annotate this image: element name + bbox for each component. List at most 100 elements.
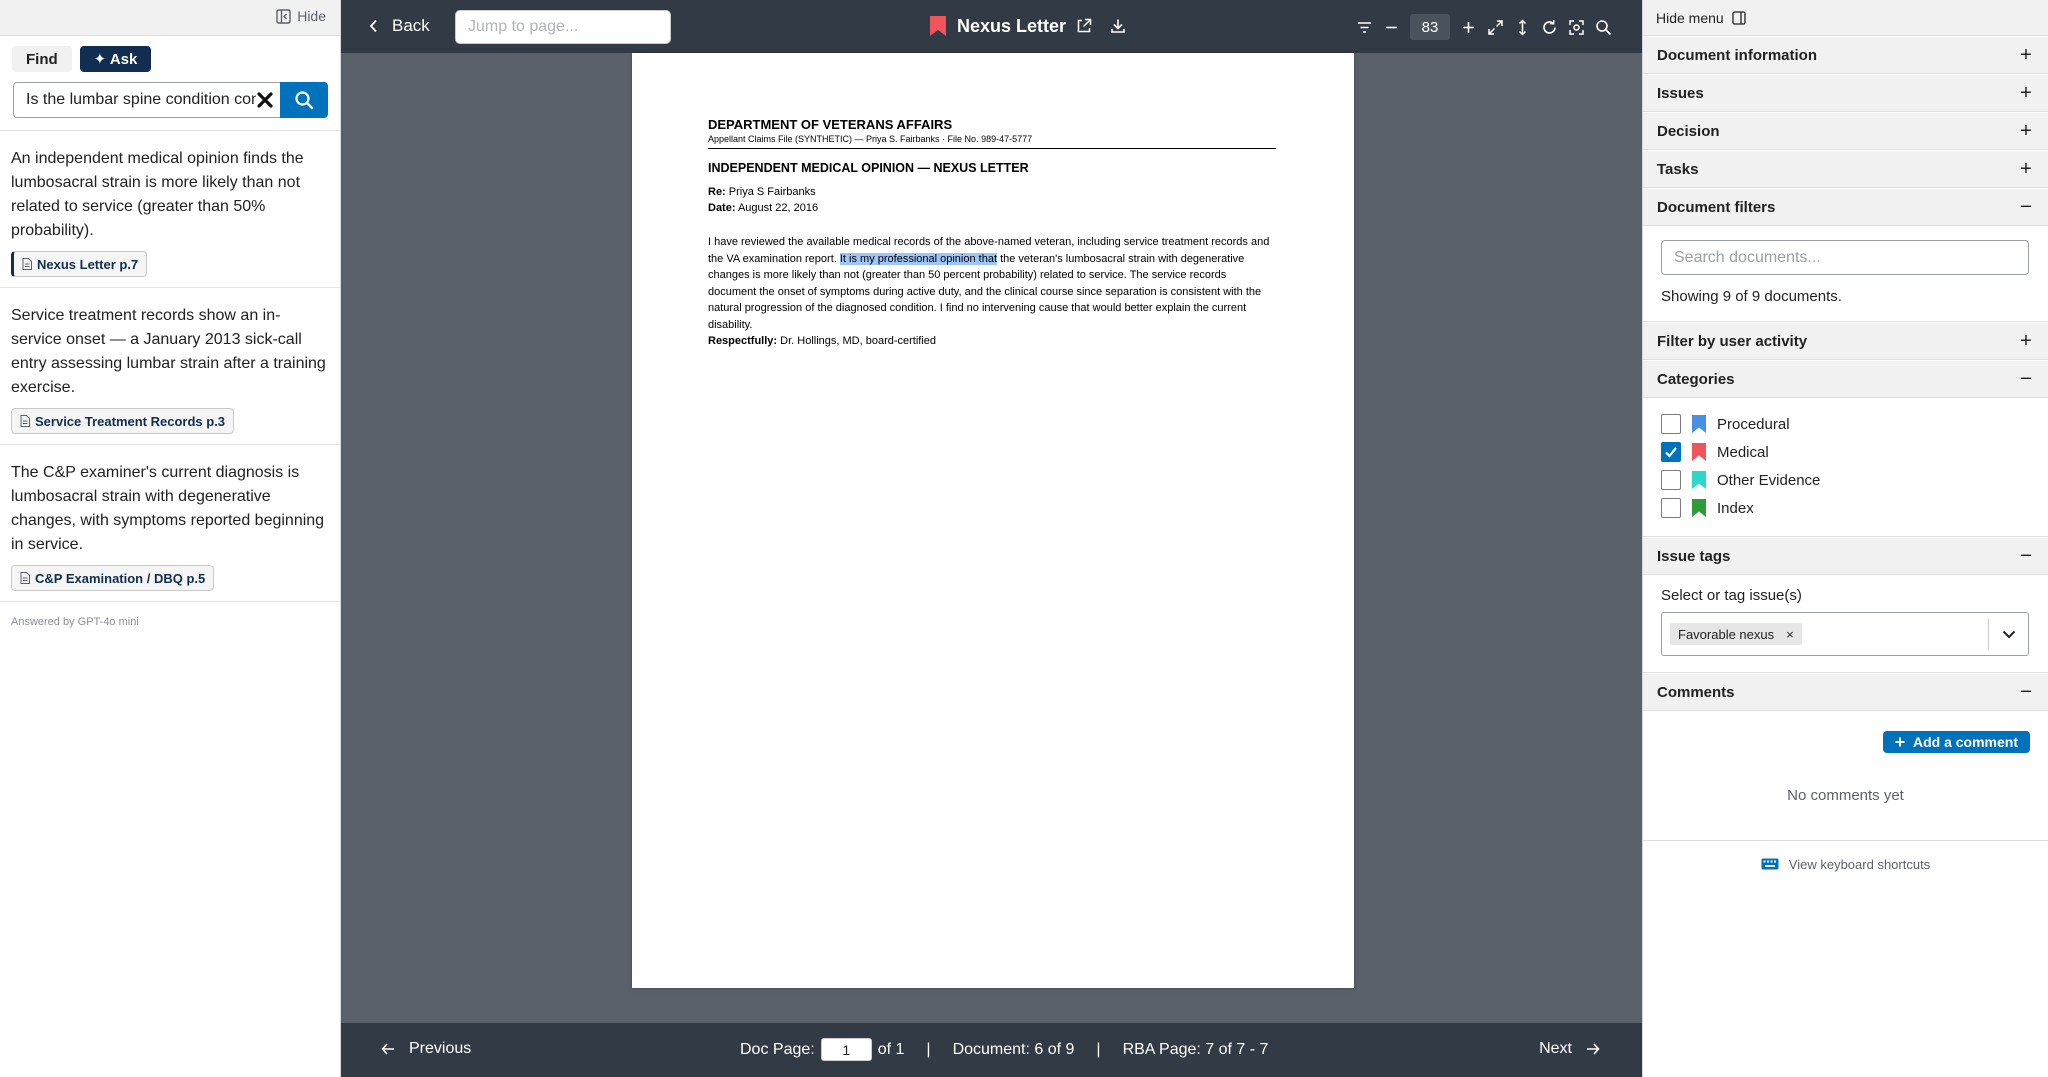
- answer-item: An independent medical opinion finds the…: [0, 131, 340, 288]
- search-icon[interactable]: [1595, 19, 1612, 36]
- document-icon: [22, 258, 32, 270]
- letter-body: I have reviewed the available medical re…: [708, 234, 1276, 333]
- section-document-filters[interactable]: Document filters −: [1643, 188, 2048, 226]
- question-search-row: [13, 82, 328, 118]
- letterhead-subtitle: Appellant Claims File (SYNTHETIC) — Priy…: [708, 134, 1276, 149]
- tab-ask-label: ✦ Ask: [93, 51, 138, 68]
- letterhead-title: DEPARTMENT OF VETERANS AFFAIRS: [708, 117, 953, 132]
- hide-left-panel-button[interactable]: Hide: [276, 8, 326, 24]
- doc-page-input[interactable]: [820, 1038, 872, 1061]
- page-canvas[interactable]: DEPARTMENT OF VETERANS AFFAIRS Appellant…: [341, 53, 1642, 1023]
- document-viewer: Back Nexus Letter 83 DEPARTMENT OF VETER…: [341, 0, 1642, 1077]
- tab-find[interactable]: Find: [12, 46, 72, 72]
- rotate-icon[interactable]: [1541, 19, 1558, 36]
- tag-select-label: Select or tag issue(s): [1661, 587, 1802, 604]
- document-title: Nexus Letter: [957, 15, 1067, 36]
- medical-checkbox[interactable]: [1661, 442, 1681, 462]
- answer-text: The C&P examiner's current diagnosis is …: [11, 464, 325, 553]
- arrow-left-icon: [381, 1042, 395, 1056]
- zoom-out-icon[interactable]: [1383, 19, 1400, 36]
- signature-label: Respectfully:: [708, 335, 778, 347]
- open-external-icon[interactable]: [1076, 18, 1092, 34]
- section-issue-tags[interactable]: Issue tags −: [1643, 537, 2048, 575]
- collapse-icon: −: [2020, 680, 2032, 703]
- collapse-panel-icon: [276, 8, 291, 24]
- issue-tag-select[interactable]: Favorable nexus ×: [1661, 612, 2029, 656]
- previous-label: Previous: [409, 1040, 472, 1057]
- section-issues[interactable]: Issues +: [1643, 74, 2048, 112]
- dropdown-toggle[interactable]: [1988, 619, 2028, 649]
- other-evidence-checkbox[interactable]: [1661, 470, 1681, 490]
- procedural-checkbox[interactable]: [1661, 414, 1681, 434]
- section-decision[interactable]: Decision +: [1643, 112, 2048, 150]
- category-index: Index: [1661, 494, 2030, 522]
- clear-icon[interactable]: [256, 91, 274, 109]
- citation-service-treatment-records[interactable]: Service Treatment Records p.3: [11, 408, 235, 434]
- citation-cp-examination[interactable]: C&P Examination / DBQ p.5: [11, 565, 215, 591]
- previous-button[interactable]: Previous: [381, 1040, 471, 1058]
- bookmark-icon: [1691, 414, 1707, 434]
- zoom-level[interactable]: 83: [1410, 14, 1450, 40]
- search-icon: [294, 90, 314, 110]
- document-icon: [20, 572, 30, 584]
- re-line: Re: Priya S Fairbanks: [708, 186, 1276, 199]
- add-comment-button[interactable]: Add a comment: [1882, 731, 2030, 753]
- document-title-group: Nexus Letter: [929, 15, 1126, 37]
- document-filters-body: Showing 9 of 9 documents.: [1643, 226, 2048, 322]
- keyboard-icon: [1761, 858, 1779, 870]
- zoom-in-icon[interactable]: [1460, 19, 1477, 36]
- section-comments[interactable]: Comments −: [1643, 673, 2048, 711]
- fit-height-icon[interactable]: [1514, 18, 1531, 36]
- download-icon[interactable]: [1110, 18, 1126, 34]
- search-documents-input[interactable]: [1661, 240, 2029, 275]
- question-search-box: [13, 82, 280, 118]
- remove-tag-icon[interactable]: ×: [1786, 627, 1794, 642]
- date-line: Date: August 22, 2016: [708, 202, 1276, 215]
- jump-to-page-input[interactable]: [455, 10, 671, 44]
- doc-page-label: Doc Page:: [740, 1040, 815, 1058]
- highlighted-text[interactable]: It is my professional opinion that: [839, 252, 998, 265]
- comments-body: Add a comment No comments yet: [1643, 711, 2048, 841]
- citation-nexus-letter[interactable]: Nexus Letter p.7: [11, 251, 148, 277]
- sidebar-toggle-icon: [1732, 10, 1746, 25]
- search-button[interactable]: [280, 82, 328, 118]
- fit-to-screen-icon[interactable]: [1487, 19, 1504, 36]
- citation-label: Service Treatment Records p.3: [35, 413, 226, 429]
- question-input[interactable]: [26, 91, 256, 109]
- answer-text: An independent medical opinion finds the…: [11, 150, 304, 239]
- answer-item: The C&P examiner's current diagnosis is …: [0, 445, 340, 602]
- tab-ask[interactable]: ✦ Ask: [79, 46, 152, 72]
- left-panel-header: Hide: [0, 0, 340, 36]
- hide-label: Hide: [297, 8, 326, 24]
- viewer-controls: 83: [1356, 14, 1612, 40]
- answer-text: Service treatment records show an in-ser…: [11, 307, 326, 396]
- section-categories[interactable]: Categories −: [1643, 360, 2048, 398]
- filter-icon[interactable]: [1356, 19, 1373, 36]
- citation-label: Nexus Letter p.7: [37, 256, 139, 272]
- section-document-information[interactable]: Document information +: [1643, 36, 2048, 74]
- tag-chip: Favorable nexus ×: [1670, 623, 1802, 645]
- categories-body: Procedural Medical Other Evidence Index: [1643, 398, 2048, 537]
- expand-icon: +: [2020, 329, 2032, 352]
- no-comments-message: No comments yet: [1787, 787, 1904, 804]
- next-button[interactable]: Next: [1539, 1040, 1600, 1058]
- collapse-icon: −: [2020, 367, 2032, 390]
- bookmark-icon: [929, 15, 947, 37]
- signature-value: Dr. Hollings, MD, board-certified: [780, 335, 937, 347]
- document-icon: [20, 415, 30, 427]
- section-title: Issues: [1657, 84, 1704, 102]
- back-button[interactable]: Back: [369, 16, 430, 36]
- showing-count: Showing 9 of 9 documents.: [1661, 288, 1842, 305]
- index-checkbox[interactable]: [1661, 498, 1681, 518]
- document-page: DEPARTMENT OF VETERANS AFFAIRS Appellant…: [632, 53, 1354, 988]
- tab-find-label: Find: [26, 50, 58, 68]
- expand-icon: +: [2020, 81, 2032, 104]
- keyboard-shortcuts-link[interactable]: View keyboard shortcuts: [1643, 841, 2048, 887]
- section-tasks[interactable]: Tasks +: [1643, 150, 2048, 188]
- hide-menu-button[interactable]: Hide menu: [1643, 0, 2048, 36]
- mode-tabs: Find ✦ Ask: [0, 36, 340, 72]
- focus-icon[interactable]: [1568, 19, 1585, 36]
- section-filter-by-user-activity[interactable]: Filter by user activity +: [1643, 322, 2048, 360]
- letter-title: INDEPENDENT MEDICAL OPINION — NEXUS LETT…: [708, 161, 1029, 175]
- answered-by-note: Answered by GPT-4o mini: [11, 616, 139, 628]
